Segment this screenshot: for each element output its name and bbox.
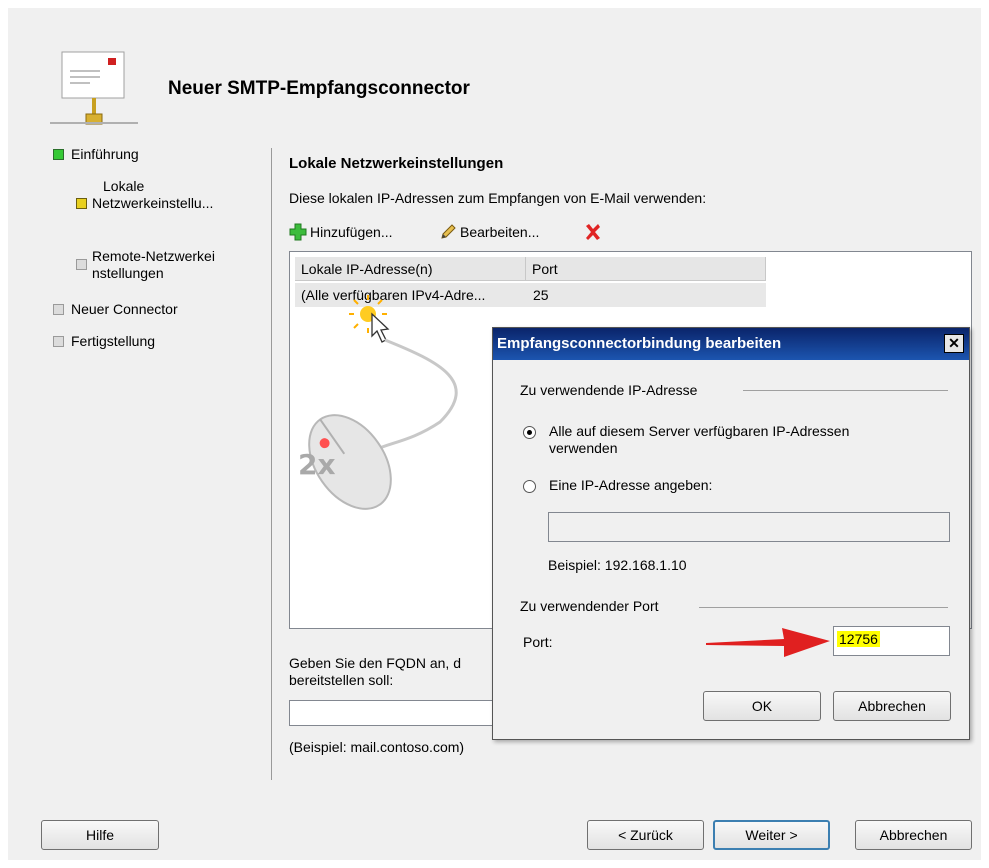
double-click-label: 2x [298, 448, 336, 481]
step-new-connector: Neuer Connector [71, 301, 178, 317]
fqdn-description-line2: bereitstellen soll: [289, 672, 394, 688]
radio-all-label-line1: Alle auf diesem Server verfügbaren IP-Ad… [549, 423, 850, 439]
ip-address-input[interactable] [548, 512, 950, 542]
radio-all-label[interactable]: Alle auf diesem Server verfügbaren IP-Ad… [549, 423, 849, 457]
port-group-label: Zu verwendender Port [520, 598, 659, 614]
ok-button[interactable]: OK [703, 691, 821, 721]
fqdn-example: (Beispiel: mail.contoso.com) [289, 739, 465, 755]
ip-example: Beispiel: 192.168.1.10 [548, 557, 687, 573]
edit-button[interactable]: Bearbeiten... [439, 220, 539, 244]
fqdn-description: Geben Sie den FQDN an, d bereitstellen s… [289, 655, 461, 689]
wizard-title: Neuer SMTP-Empfangsconnector [168, 78, 470, 99]
step-done-icon [53, 149, 64, 160]
radio-specific-address[interactable] [523, 480, 536, 493]
close-button[interactable]: ✕ [944, 334, 964, 353]
close-icon: ✕ [948, 335, 960, 351]
delete-button[interactable] [584, 220, 602, 244]
red-x-delete-icon [586, 224, 600, 240]
ip-group-line [743, 390, 948, 391]
green-plus-icon [289, 223, 307, 241]
red-arrow-icon [706, 628, 830, 657]
port-value: 12756 [837, 631, 880, 647]
section-description: Diese lokalen IP-Adressen zum Empfangen … [289, 190, 707, 206]
section-title: Lokale Netzwerkeinstellungen [289, 155, 504, 172]
add-button-label: Hinzufügen... [310, 224, 393, 240]
step-remote-network-line1: Remote-Netzwerkei [92, 248, 215, 264]
step-pending-icon [53, 336, 64, 347]
double-click-illustration-icon: 2x [298, 295, 458, 510]
dialog-title: Empfangsconnectorbindung bearbeiten [493, 328, 969, 360]
port-label: Port: [523, 634, 553, 650]
column-header-ip[interactable]: Lokale IP-Adresse(n) [295, 257, 526, 281]
add-button[interactable]: Hinzufügen... [289, 220, 393, 244]
back-button[interactable]: < Zurück [587, 820, 704, 850]
radio-all-addresses[interactable] [523, 426, 536, 439]
step-current-icon [76, 198, 87, 209]
cancel-button[interactable]: Abbrechen [855, 820, 972, 850]
step-pending-icon [76, 259, 87, 270]
port-input[interactable]: 12756 [833, 626, 950, 656]
row-port-cell: 25 [533, 287, 549, 303]
step-local-network: Lokale Netzwerkeinstellu... [92, 178, 213, 212]
radio-specific-label[interactable]: Eine IP-Adresse angeben: [549, 477, 712, 493]
step-local-network-line1: Lokale [103, 178, 145, 194]
wizard-window: Neuer SMTP-Empfangsconnector Einführung … [8, 8, 981, 860]
step-local-network-line2: Netzwerkeinstellu... [92, 195, 214, 211]
step-completion: Fertigstellung [71, 333, 156, 349]
step-intro: Einführung [71, 146, 139, 162]
fqdn-input[interactable] [289, 700, 494, 726]
help-button[interactable]: Hilfe [41, 820, 159, 850]
steps-divider [271, 148, 272, 780]
edit-binding-dialog: Empfangsconnectorbindung bearbeiten ✕ Zu… [492, 327, 970, 740]
ip-group-label: Zu verwendende IP-Adresse [520, 382, 698, 398]
step-remote-network: Remote-Netzwerkei nstellungen [92, 248, 215, 282]
next-button[interactable]: Weiter > [713, 820, 830, 850]
radio-all-label-line2: verwenden [549, 440, 618, 456]
port-group-line [699, 607, 948, 608]
smtp-connector-icon [50, 51, 138, 125]
pencil-icon [441, 224, 456, 239]
step-pending-icon [53, 304, 64, 315]
fqdn-description-line1: Geben Sie den FQDN an, d [289, 655, 461, 671]
dialog-cancel-button[interactable]: Abbrechen [833, 691, 951, 721]
edit-button-label: Bearbeiten... [460, 224, 540, 240]
column-header-port[interactable]: Port [526, 257, 766, 281]
step-remote-network-line2: nstellungen [92, 265, 164, 281]
